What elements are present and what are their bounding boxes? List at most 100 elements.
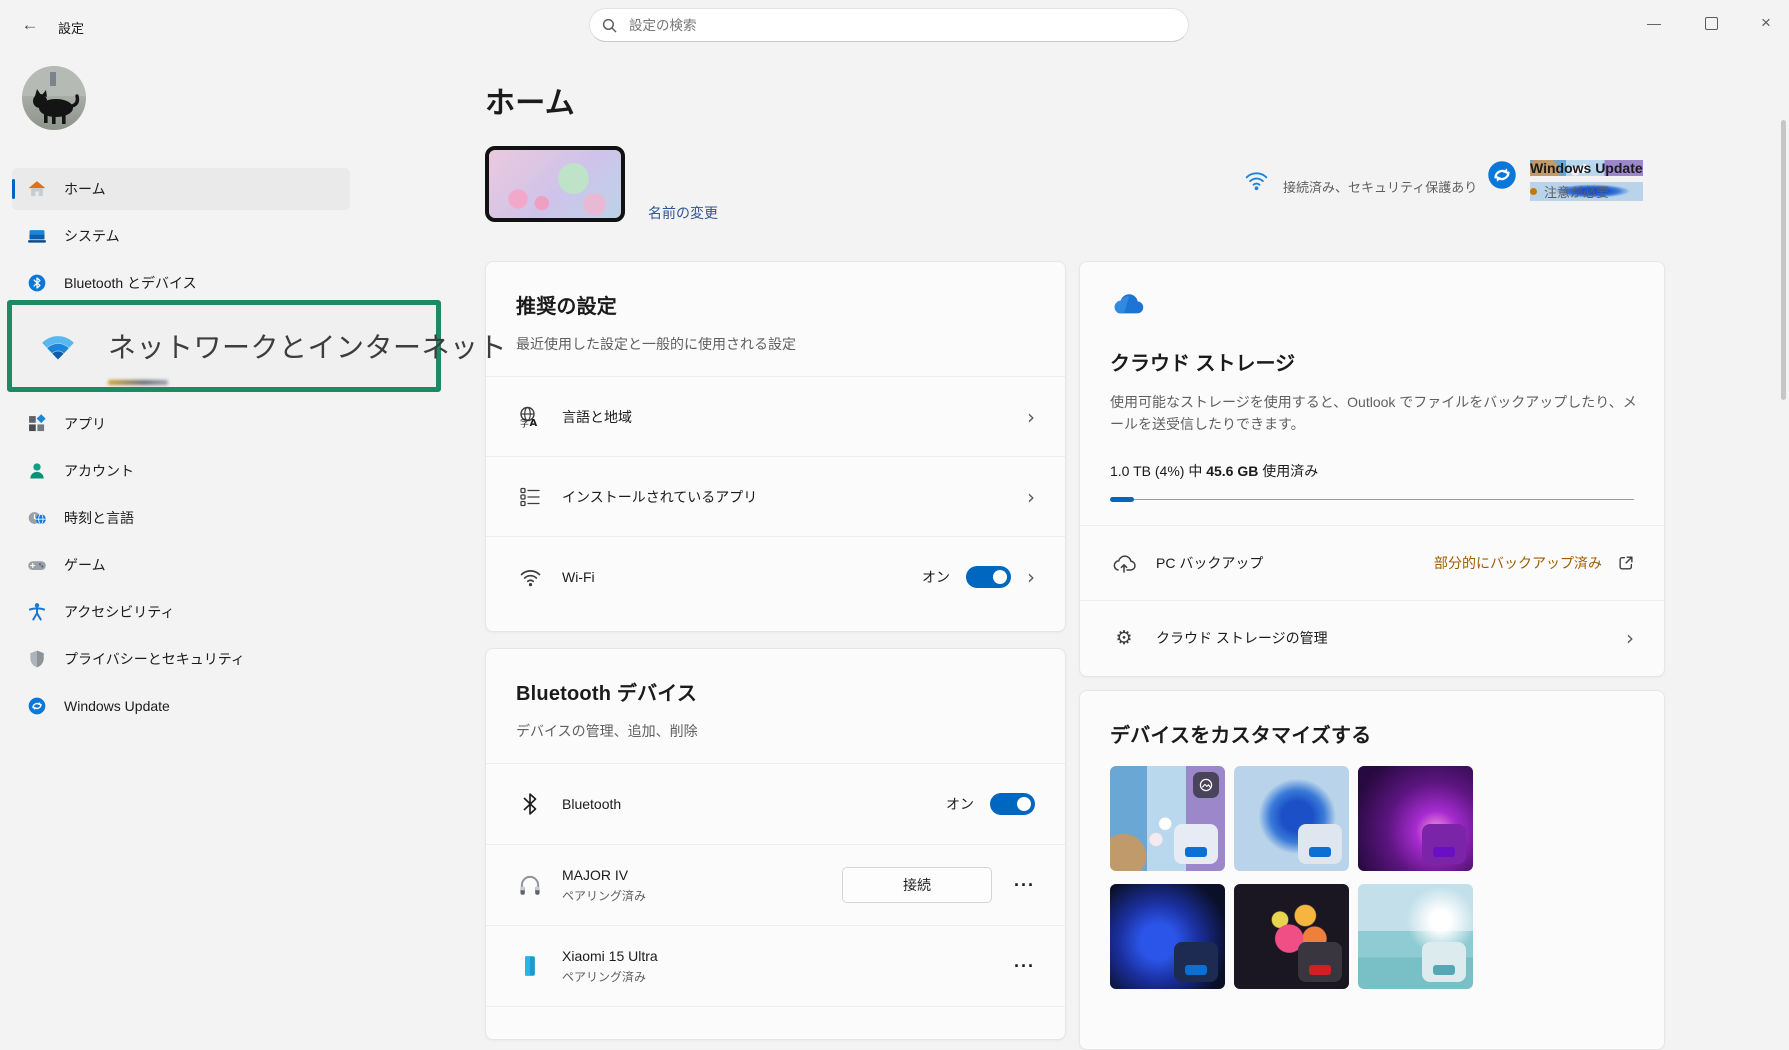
- sidebar-item-label: 時刻と言語: [64, 508, 134, 528]
- sidebar-item-label: アカウント: [64, 461, 134, 481]
- toggle-state-label: オン: [922, 567, 950, 587]
- wifi-toggle[interactable]: [966, 566, 1011, 588]
- sidebar-item-label: Windows Update: [64, 698, 170, 714]
- sidebar-item-windows-update[interactable]: Windows Update: [12, 685, 350, 727]
- sidebar-item-accounts[interactable]: アカウント: [12, 450, 350, 492]
- card-subtitle: 最近使用した設定と一般的に使用される設定: [516, 334, 1035, 354]
- installed-apps-icon: [516, 486, 544, 508]
- network-status-text: 接続済み、セキュリティ保護あり: [1283, 177, 1477, 196]
- network-status[interactable]: 接続済み、セキュリティ保護あり: [1243, 168, 1477, 192]
- sidebar-item-gaming[interactable]: ゲーム: [12, 544, 350, 586]
- wifi-icon: [516, 566, 544, 588]
- sidebar-item-bluetooth-devices[interactable]: Bluetooth とデバイス: [12, 262, 350, 304]
- sidebar-item-home[interactable]: ホーム: [12, 168, 350, 210]
- sidebar-item-privacy-security[interactable]: プライバシーとセキュリティ: [12, 638, 350, 680]
- gaming-icon: [26, 554, 48, 576]
- photo-badge-icon: [1193, 772, 1219, 798]
- sidebar-item-label: システム: [64, 226, 120, 246]
- page-scrollbar[interactable]: [1781, 120, 1786, 400]
- accent-pill: [1433, 847, 1455, 857]
- row-label: インストールされているアプリ: [562, 487, 757, 507]
- user-avatar[interactable]: [22, 66, 86, 130]
- row-label: Wi-Fi: [562, 569, 595, 585]
- windows-update-title: Windows Update: [1530, 160, 1643, 176]
- accent-pill: [1309, 965, 1331, 975]
- pc-backup-cloud-icon: [1110, 552, 1138, 574]
- chevron-right-icon: ›: [1027, 487, 1035, 507]
- page-title: ホーム: [485, 78, 575, 122]
- bluetooth-toggle[interactable]: [990, 793, 1035, 815]
- apps-icon: [26, 413, 48, 435]
- sidebar-item-label: ネットワークとインターネット: [108, 326, 507, 366]
- progress-fill: [1110, 497, 1134, 502]
- sidebar-item-time-language[interactable]: 時刻と言語: [12, 497, 350, 539]
- search-icon: [602, 18, 617, 33]
- storage-progress-bar: [1110, 497, 1634, 503]
- attention-dot: [1530, 188, 1537, 195]
- storage-used-value: 45.6 GB: [1206, 463, 1258, 479]
- row-device-major-iv[interactable]: MAJOR IV ペアリング済み 接続 ···: [486, 844, 1065, 925]
- row-installed-apps[interactable]: インストールされているアプリ ›: [486, 456, 1065, 536]
- sidebar-item-label: アクセシビリティ: [64, 602, 174, 622]
- device-status: ペアリング済み: [562, 887, 646, 904]
- accessibility-icon: [26, 601, 48, 623]
- theme-preview-chip: [1422, 824, 1466, 864]
- theme-thumbnail-lake-landscape[interactable]: [1358, 884, 1473, 989]
- minimize-button[interactable]: —: [1640, 10, 1668, 36]
- close-button[interactable]: ×: [1752, 10, 1780, 36]
- cloud-storage-card: クラウド ストレージ 使用可能なストレージを使用すると、Outlook でファイ…: [1079, 261, 1665, 677]
- onedrive-cloud-icon: [1110, 290, 1146, 316]
- rename-device-link[interactable]: 名前の変更: [648, 203, 718, 223]
- sidebar-item-label: Bluetooth とデバイス: [64, 273, 197, 293]
- accent-pill: [1185, 847, 1207, 857]
- row-device-xiaomi-15-ultra[interactable]: Xiaomi 15 Ultra ペアリング済み ···: [486, 925, 1065, 1006]
- back-arrow-icon: ←: [22, 15, 39, 35]
- theme-thumbnail-bloom-light[interactable]: [1234, 766, 1349, 871]
- sidebar-item-accessibility[interactable]: アクセシビリティ: [12, 591, 350, 633]
- chevron-right-icon: ›: [1027, 567, 1035, 587]
- device-name: Xiaomi 15 Ultra: [562, 948, 658, 964]
- row-pc-backup[interactable]: PC バックアップ 部分的にバックアップ済み: [1080, 525, 1664, 600]
- sidebar-item-system[interactable]: システム: [12, 215, 350, 257]
- black-cat-photo: [22, 66, 86, 130]
- maximize-button[interactable]: [1697, 10, 1725, 36]
- back-button[interactable]: ←: [14, 12, 46, 38]
- settings-search[interactable]: [589, 8, 1189, 42]
- bluetooth-icon: [26, 272, 48, 294]
- maximize-icon: [1705, 17, 1718, 30]
- windows-update-status[interactable]: Windows Update 注意が必要: [1487, 160, 1643, 201]
- language-region-icon: A字: [516, 405, 544, 429]
- card-title: デバイスをカスタマイズする: [1110, 719, 1634, 748]
- search-input[interactable]: [627, 17, 1176, 34]
- sidebar-item-apps[interactable]: アプリ: [12, 403, 350, 445]
- row-wifi[interactable]: Wi-Fi オン ›: [486, 536, 1065, 616]
- bluetooth-devices-card: Bluetooth デバイス デバイスの管理、追加、削除 Bluetooth オ…: [485, 648, 1066, 1040]
- theme-thumbnail-bloom-dark[interactable]: [1110, 884, 1225, 989]
- more-options-icon[interactable]: ···: [1014, 875, 1035, 896]
- windows-update-icon: [26, 695, 48, 717]
- theme-thumbnail-purple-glow[interactable]: [1358, 766, 1473, 871]
- storage-usage-text: 1.0 TB (4%) 中 45.6 GB 使用済み: [1110, 461, 1634, 481]
- row-label: 言語と地域: [562, 407, 632, 427]
- app-title: 設定: [58, 18, 84, 37]
- theme-preview-chip: [1298, 942, 1342, 982]
- row-language-region[interactable]: A字 言語と地域 ›: [486, 376, 1065, 456]
- row-label: クラウド ストレージの管理: [1156, 628, 1328, 648]
- cloud-description: 使用可能なストレージを使用すると、Outlook でファイルをバックアップしたり…: [1110, 392, 1640, 435]
- connect-button[interactable]: 接続: [842, 867, 992, 903]
- row-manage-cloud-storage[interactable]: ⚙ クラウド ストレージの管理 ›: [1080, 600, 1664, 675]
- external-link-icon: [1618, 555, 1634, 571]
- theme-thumbnail-split-landscape[interactable]: [1110, 766, 1225, 871]
- windows-update-status-text: 注意が必要: [1544, 182, 1609, 201]
- row-label: Bluetooth: [562, 796, 621, 812]
- device-status: ペアリング済み: [562, 968, 658, 985]
- sidebar-item-label: ゲーム: [64, 555, 106, 575]
- card-title: 推奨の設定: [516, 290, 1035, 319]
- sidebar-item-network-internet-magnified[interactable]: ネットワークとインターネット: [12, 326, 460, 366]
- more-options-icon[interactable]: ···: [1014, 956, 1035, 977]
- theme-thumbnail-abstract-flower[interactable]: [1234, 884, 1349, 989]
- bluetooth-glyph-icon: [516, 793, 544, 815]
- recommended-settings-card: 推奨の設定 最近使用した設定と一般的に使用される設定 A字 言語と地域 › イン…: [485, 261, 1066, 632]
- sidebar-item-label: アプリ: [64, 414, 106, 434]
- row-bluetooth-toggle[interactable]: Bluetooth オン: [486, 763, 1065, 844]
